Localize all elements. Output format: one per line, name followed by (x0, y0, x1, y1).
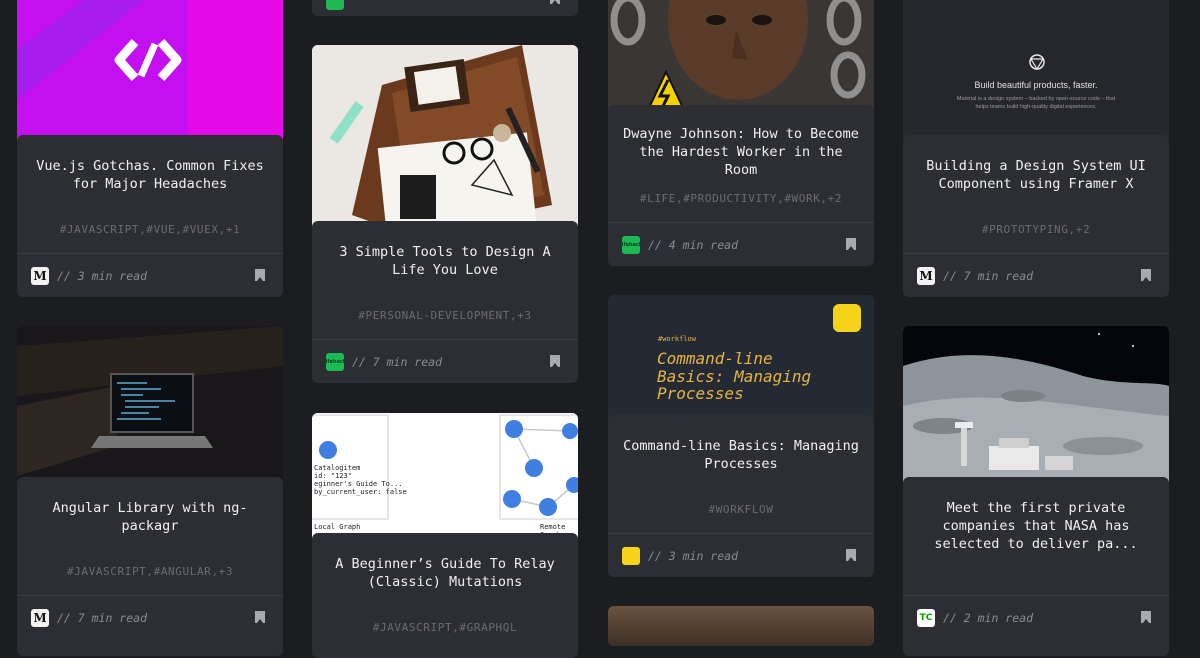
material-subheading: Material is a design system – backed by … (956, 96, 1116, 110)
relay-label: by_current_user: false (314, 488, 407, 496)
card-tags: #PERSONAL-DEVELOPMENT,+3 (358, 309, 532, 322)
article-card[interactable]: #workflow Command-line Basics: Managing … (608, 295, 874, 577)
command-line-thumbnail: #workflow Command-line Basics: Managing … (608, 295, 874, 435)
article-thumbnail (608, 606, 874, 646)
relay-label: Catalogitem (314, 464, 361, 472)
article-card[interactable]: Angular Library with ng-packagr #JAVASCR… (17, 326, 283, 656)
nasa-moon-thumbnail (903, 326, 1169, 486)
card-body: Command-line Basics: Managing Processes … (608, 415, 874, 577)
lifehack-icon (326, 0, 344, 10)
local-graph-label: Local Graph (314, 523, 361, 531)
card-title[interactable]: Angular Library with ng-packagr (31, 499, 269, 535)
lifehack-icon: lifehack (324, 353, 346, 371)
workflow-icon (622, 547, 640, 565)
card-body: 3 Simple Tools to Design A Life You Love… (312, 221, 578, 383)
card-tags: #JAVASCRIPT,#GRAPHQL (372, 621, 518, 634)
article-card[interactable]: 3 Simple Tools to Design A Life You Love… (312, 45, 578, 383)
relay-label: eginner's Guide To... (314, 480, 403, 488)
card-footer: lifehack // 4 min read (608, 223, 874, 266)
desk-tools-image-icon (312, 45, 578, 238)
bookmark-icon[interactable] (1141, 269, 1151, 281)
card-footer: // 3 min read (608, 534, 874, 577)
card-title[interactable]: Command-line Basics: Managing Processes (622, 437, 860, 473)
read-time: // 7 min read (57, 611, 148, 625)
workflow-tag-label: #workflow (658, 335, 696, 343)
read-time: // 7 min read (352, 355, 443, 369)
bookmark-icon[interactable] (255, 269, 265, 281)
card-tags: #LIFE,#PRODUCTIVITY,#WORK,+2 (639, 192, 843, 205)
article-card[interactable]: Catalogitem id: "123" eginner's Guide To… (312, 413, 578, 658)
card-title[interactable]: A Beginner’s Guide To Relay (Classic) Mu… (326, 555, 564, 591)
card-footer: M // 7 min read (17, 596, 283, 640)
workflow-heading-line: Processes (657, 384, 744, 403)
card-body: Dwayne Johnson: How to Become the Hardes… (608, 105, 874, 266)
card-body: Angular Library with ng-packagr #JAVASCR… (17, 477, 283, 656)
medium-icon: M (31, 267, 49, 285)
read-time: // 3 min read (648, 549, 739, 563)
card-tags: #WORKFLOW (708, 503, 774, 516)
techcrunch-icon: TC (917, 609, 935, 627)
article-card[interactable] (608, 606, 874, 646)
portrait-image-icon (608, 0, 874, 120)
article-card[interactable]: Meet the first private companies that NA… (903, 326, 1169, 656)
design-life-thumbnail (312, 45, 578, 238)
read-time: // 2 min read (943, 611, 1034, 625)
relay-thumbnail: Catalogitem id: "123" eginner's Guide To… (312, 413, 578, 553)
read-time: // 3 min read (57, 269, 148, 283)
card-title[interactable]: Building a Design System UI Component us… (917, 157, 1155, 193)
workflow-logo-icon (833, 304, 861, 332)
card-footer: M // 3 min read (17, 254, 283, 297)
medium-icon: M (917, 267, 935, 285)
bookmark-icon[interactable] (550, 0, 560, 4)
card-body: A Beginner’s Guide To Relay (Classic) Mu… (312, 533, 578, 658)
bookmark-icon[interactable] (255, 611, 265, 623)
read-time: // 4 min read (648, 238, 739, 252)
article-card[interactable]: Vue.js Gotchas. Common Fixes for Major H… (17, 0, 283, 297)
card-footer: M // 7 min read (903, 254, 1169, 297)
bookmark-icon[interactable] (846, 238, 856, 250)
card-tags: #JAVASCRIPT,#ANGULAR,+3 (66, 565, 234, 578)
article-card[interactable]: Dwayne Johnson: How to Become the Hardes… (608, 0, 874, 266)
material-heading: Build beautiful products, faster. (974, 80, 1098, 90)
lifehack-icon: lifehack (620, 236, 642, 254)
laptop-image-icon (17, 326, 283, 486)
bookmark-icon[interactable] (1141, 611, 1151, 623)
card-footer: TC // 2 min read (903, 596, 1169, 640)
medium-icon: M (31, 609, 49, 627)
card-title[interactable]: 3 Simple Tools to Design A Life You Love (326, 243, 564, 279)
read-time: // 7 min read (943, 269, 1034, 283)
card-title[interactable]: Vue.js Gotchas. Common Fixes for Major H… (31, 157, 269, 193)
dwayne-johnson-thumbnail (608, 0, 874, 120)
article-card[interactable]: Build beautiful products, faster. Materi… (903, 0, 1169, 297)
card-tags: #PROTOTYPING,+2 (981, 223, 1091, 236)
code-logo-icon (17, 0, 283, 150)
card-tags: #JAVASCRIPT,#VUE,#VUEX,+1 (59, 223, 241, 236)
workflow-heading-line: Command-line (657, 349, 773, 368)
card-title[interactable]: Dwayne Johnson: How to Become the Hardes… (622, 125, 860, 179)
card-body: Meet the first private companies that NA… (903, 477, 1169, 656)
bookmark-icon[interactable] (550, 355, 560, 367)
relay-label: id: "123" (314, 472, 352, 480)
material-design-thumbnail: Build beautiful products, faster. Materi… (903, 0, 1169, 150)
card-footer: lifehack // 7 min read (312, 340, 578, 383)
vue-gotchas-thumbnail (17, 0, 283, 150)
bookmark-icon[interactable] (846, 549, 856, 561)
material-logo-icon (1029, 54, 1045, 71)
card-body: Vue.js Gotchas. Common Fixes for Major H… (17, 135, 283, 297)
article-card[interactable] (312, 0, 578, 16)
card-body: Building a Design System UI Component us… (903, 135, 1169, 297)
card-title[interactable]: Meet the first private companies that NA… (917, 499, 1155, 553)
angular-library-thumbnail (17, 326, 283, 486)
moon-surface-image-icon (903, 326, 1169, 486)
